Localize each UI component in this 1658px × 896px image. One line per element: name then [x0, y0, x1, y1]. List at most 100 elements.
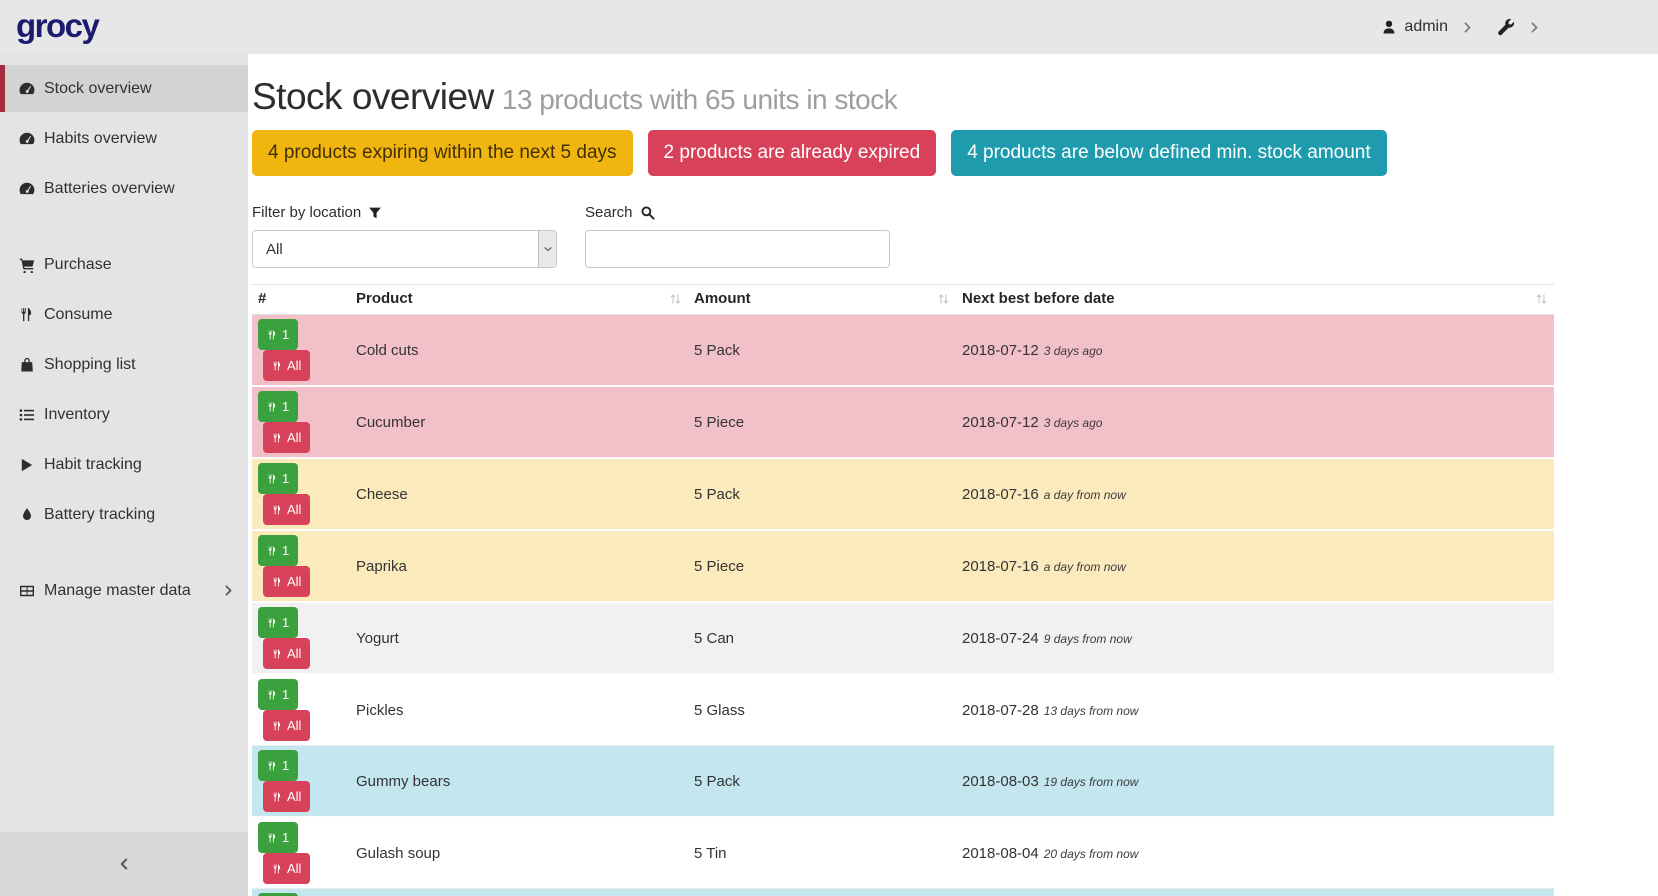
- stock-row-pickles: 1AllPickles5 Glass2018-07-2813 days from…: [252, 674, 1554, 746]
- sidebar-item-label: Manage master data: [44, 582, 191, 600]
- consume-all-button[interactable]: All: [263, 853, 310, 884]
- sidebar-item-label: Shopping list: [44, 356, 136, 374]
- chevron-right-icon[interactable]: [1529, 21, 1540, 34]
- relative-time: a day from now: [1044, 488, 1126, 502]
- sidebar-item-inventory[interactable]: Inventory: [0, 391, 248, 438]
- sidebar-item-consume[interactable]: Consume: [0, 291, 248, 338]
- best-before-date: 2018-07-16a day from now: [956, 530, 1554, 602]
- stock-row-cookies: 1AllCookies5 Pack2019-01-106 months from…: [252, 889, 1554, 896]
- column-header-next-best-before-date[interactable]: Next best before date: [956, 285, 1554, 315]
- product-name: Yogurt: [350, 602, 688, 674]
- table-icon: [17, 583, 36, 599]
- search-input[interactable]: [585, 230, 890, 268]
- utensils-icon: [267, 689, 277, 701]
- utensils-icon: [272, 863, 282, 875]
- search-icon: [640, 205, 655, 220]
- consume-all-button[interactable]: All: [263, 781, 310, 812]
- consume-one-button[interactable]: 1: [258, 607, 298, 638]
- chevron-right-icon: [223, 584, 234, 597]
- consume-all-button[interactable]: All: [263, 710, 310, 741]
- filter-location-label: Filter by location: [252, 204, 557, 221]
- filter-funnel-icon: [368, 206, 382, 220]
- consume-one-button[interactable]: 1: [258, 535, 298, 566]
- expired-badge[interactable]: 2 products are already expired: [648, 130, 937, 176]
- sidebar-collapse-button[interactable]: [0, 832, 248, 896]
- utensils-icon: [267, 617, 277, 629]
- utensils-icon: [267, 832, 277, 844]
- product-name: Cucumber: [350, 386, 688, 458]
- status-badges: 4 products expiring within the next 5 da…: [252, 130, 1554, 176]
- play-icon: [17, 457, 36, 473]
- tachometer-icon: [17, 80, 36, 98]
- product-name: Pickles: [350, 674, 688, 746]
- product-name: Gummy bears: [350, 746, 688, 818]
- best-before-date: 2019-01-106 months from now: [956, 889, 1554, 896]
- settings-menu[interactable]: [1497, 18, 1515, 36]
- username: admin: [1404, 18, 1448, 36]
- amount-value: 5 Glass: [688, 674, 956, 746]
- product-name: Gulash soup: [350, 817, 688, 889]
- chevron-right-icon[interactable]: [1462, 21, 1473, 34]
- sidebar-item-label: Habit tracking: [44, 456, 142, 474]
- sidebar-item-label: Consume: [44, 306, 112, 324]
- chevron-left-icon: [118, 857, 130, 871]
- wrench-icon: [1497, 18, 1515, 36]
- consume-one-button[interactable]: 1: [258, 750, 298, 781]
- location-select-value: All: [266, 241, 283, 258]
- expiring-badge[interactable]: 4 products expiring within the next 5 da…: [252, 130, 633, 176]
- product-name: Cookies: [350, 889, 688, 896]
- consume-all-button[interactable]: All: [263, 566, 310, 597]
- sidebar-item-stock-overview[interactable]: Stock overview: [0, 65, 248, 112]
- tachometer-icon: [17, 130, 36, 148]
- sidebar-item-shopping-list[interactable]: Shopping list: [0, 341, 248, 388]
- sidebar-item-manage-master-data[interactable]: Manage master data: [0, 567, 248, 614]
- utensils-icon: [272, 720, 282, 732]
- row-actions: 1All: [252, 315, 350, 387]
- best-before-date: 2018-07-249 days from now: [956, 602, 1554, 674]
- sidebar-item-label: Battery tracking: [44, 506, 155, 524]
- page-subtitle: 13 products with 65 units in stock: [502, 84, 897, 115]
- stock-row-yogurt: 1AllYogurt5 Can2018-07-249 days from now: [252, 602, 1554, 674]
- list-icon: [17, 407, 36, 423]
- user-icon: [1381, 19, 1397, 35]
- relative-time: 19 days from now: [1044, 775, 1139, 789]
- amount-value: 5 Pack: [688, 315, 956, 387]
- column-header-amount[interactable]: Amount: [688, 285, 956, 315]
- row-actions: 1All: [252, 530, 350, 602]
- sidebar-item-batteries-overview[interactable]: Batteries overview: [0, 165, 248, 212]
- consume-all-button[interactable]: All: [263, 638, 310, 669]
- amount-value: 5 Pack: [688, 458, 956, 530]
- utensils-icon: [272, 648, 282, 660]
- chevron-down-icon: [538, 231, 556, 267]
- consume-one-button[interactable]: 1: [258, 822, 298, 853]
- utensils-icon: [267, 401, 277, 413]
- consume-all-button[interactable]: All: [263, 350, 310, 381]
- amount-value: 5 Can: [688, 602, 956, 674]
- sidebar-item-battery-tracking[interactable]: Battery tracking: [0, 491, 248, 538]
- app-logo[interactable]: grocy: [16, 9, 98, 46]
- location-select[interactable]: All: [252, 230, 557, 268]
- stock-row-cold-cuts: 1AllCold cuts5 Pack2018-07-123 days ago: [252, 315, 1554, 387]
- utensils-icon: [272, 432, 282, 444]
- consume-one-button[interactable]: 1: [258, 463, 298, 494]
- consume-one-button[interactable]: 1: [258, 679, 298, 710]
- consume-one-button[interactable]: 1: [258, 319, 298, 350]
- consume-one-button[interactable]: 1: [258, 391, 298, 422]
- column-header-product[interactable]: Product: [350, 285, 688, 315]
- consume-all-button[interactable]: All: [263, 494, 310, 525]
- sort-icon: [1535, 292, 1548, 306]
- search-label: Search: [585, 204, 890, 221]
- amount-value: 5 Pack: [688, 889, 956, 896]
- sidebar-item-purchase[interactable]: Purchase: [0, 241, 248, 288]
- relative-time: a day from now: [1044, 560, 1126, 574]
- utensils-icon: [17, 306, 36, 323]
- page-heading: Stock overview13 products with 65 units …: [252, 76, 1554, 118]
- below-min-badge[interactable]: 4 products are below defined min. stock …: [951, 130, 1386, 176]
- sidebar-item-habits-overview[interactable]: Habits overview: [0, 115, 248, 162]
- navbar-right: admin: [1381, 18, 1540, 36]
- user-menu[interactable]: admin: [1381, 18, 1448, 36]
- sidebar-item-habit-tracking[interactable]: Habit tracking: [0, 441, 248, 488]
- utensils-icon: [267, 545, 277, 557]
- row-actions: 1All: [252, 602, 350, 674]
- consume-all-button[interactable]: All: [263, 422, 310, 453]
